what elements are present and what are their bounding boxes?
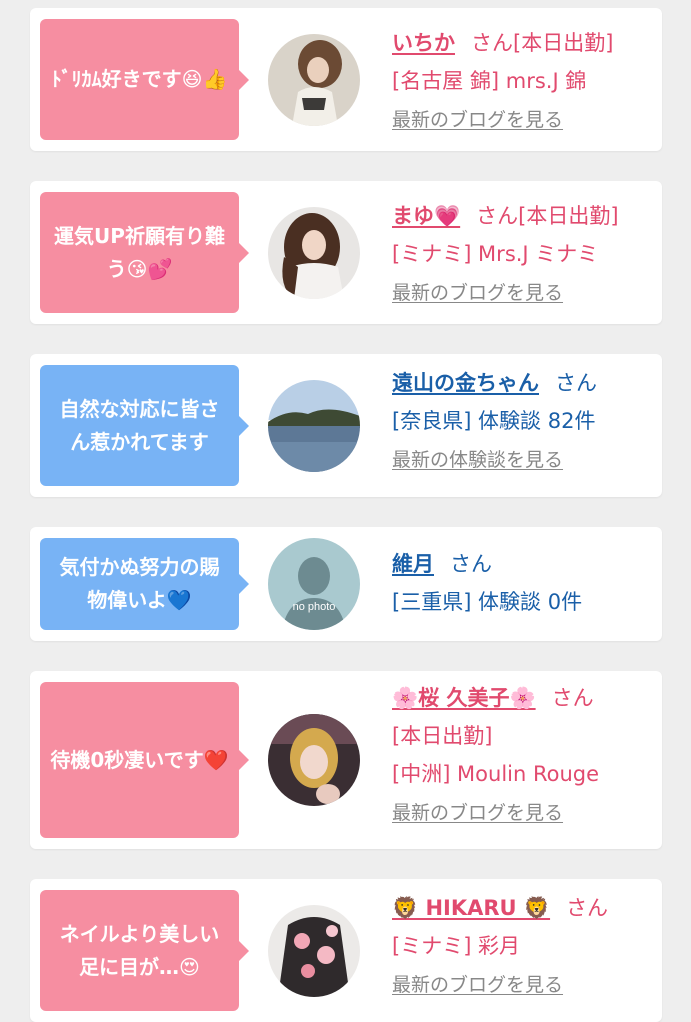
avatar[interactable]: [268, 905, 360, 997]
shop-detail: [ミナミ] 彩月: [392, 934, 521, 958]
blog-link[interactable]: 最新のブログを見る: [392, 802, 563, 824]
avatar[interactable]: no photo: [268, 538, 360, 630]
review-card: 気付かぬ努力の賜物偉いよ💙 no photo 維月 さん [三重県] 体験談 0件: [30, 527, 662, 641]
profile-info: 🌸桜 久美子🌸 さん [本日出勤] [中洲] Moulin Rouge 最新のブロ…: [392, 679, 654, 832]
comment-bubble: 自然な対応に皆さん惹かれてます: [40, 365, 249, 486]
blog-link[interactable]: 最新のブログを見る: [392, 282, 563, 304]
status-label: [本日出勤]: [392, 724, 493, 748]
review-card: 運気UP祈願有り難う😘💕 まゆ💗 さん[本日出勤] [ミナミ] Mrs.J ミナミ…: [30, 181, 662, 324]
review-card: ネイルより美しい足に目が…😍 🦁 HIKARU 🦁 さん [ミナミ] 彩月 最新の…: [30, 879, 662, 1022]
profile-name-link[interactable]: 🌸桜 久美子🌸: [392, 686, 536, 710]
review-card: ﾄﾞﾘｶﾑ好きです😆👍 いちか さん[本日出勤] [名古屋 錦] mrs.J 錦 …: [30, 8, 662, 151]
avatar[interactable]: [268, 714, 360, 806]
avatar[interactable]: [268, 380, 360, 472]
profile-name-link[interactable]: まゆ💗: [392, 204, 460, 228]
shop-detail: [名古屋 錦] mrs.J 錦: [392, 69, 587, 93]
profile-info: いちか さん[本日出勤] [名古屋 錦] mrs.J 錦 最新のブログを見る: [392, 24, 654, 139]
review-card: 自然な対応に皆さん惹かれてます 遠山の金ちゃん さん [奈良県] 体験談 82件 …: [30, 354, 662, 497]
comment-bubble: 運気UP祈願有り難う😘💕: [40, 192, 249, 313]
profile-info: 🦁 HIKARU 🦁 さん [ミナミ] 彩月 最新のブログを見る: [392, 889, 654, 1004]
blog-link[interactable]: 最新のブログを見る: [392, 109, 563, 131]
no-photo-label: no photo: [293, 601, 336, 613]
shop-detail: [ミナミ] Mrs.J ミナミ: [392, 242, 599, 266]
blog-link[interactable]: 最新のブログを見る: [392, 974, 563, 996]
shop-detail: [中洲] Moulin Rouge: [392, 762, 600, 786]
review-count: [三重県] 体験談 0件: [392, 590, 583, 614]
profile-info: まゆ💗 さん[本日出勤] [ミナミ] Mrs.J ミナミ 最新のブログを見る: [392, 197, 654, 312]
profile-name-link[interactable]: 遠山の金ちゃん: [392, 371, 539, 395]
honorific: さん: [555, 371, 597, 395]
profile-name-link[interactable]: 🦁 HIKARU 🦁: [392, 896, 550, 920]
honorific: さん: [471, 31, 513, 55]
comment-bubble: ﾄﾞﾘｶﾑ好きです😆👍: [40, 19, 249, 140]
status-label: [本日出勤]: [518, 204, 619, 228]
profile-info: 維月 さん [三重県] 体験談 0件: [392, 545, 654, 621]
status-label: [本日出勤]: [513, 31, 614, 55]
profile-name-link[interactable]: 維月: [392, 552, 434, 576]
honorific: さん: [476, 204, 519, 228]
profile-info: 遠山の金ちゃん さん [奈良県] 体験談 82件 最新の体験談を見る: [392, 364, 654, 479]
comment-bubble: 待機0秒凄いです❤️: [40, 682, 249, 838]
review-card: 待機0秒凄いです❤️ 🌸桜 久美子🌸 さん [本日出勤] [中洲] Moulin …: [30, 671, 662, 849]
honorific: さん: [450, 552, 492, 576]
review-count: [奈良県] 体験談 82件: [392, 409, 596, 433]
comment-bubble: 気付かぬ努力の賜物偉いよ💙: [40, 538, 249, 630]
avatar[interactable]: [268, 34, 360, 126]
comment-bubble: ネイルより美しい足に目が…😍: [40, 890, 249, 1011]
review-link[interactable]: 最新の体験談を見る: [392, 449, 563, 471]
honorific: さん: [551, 686, 594, 710]
honorific: さん: [566, 896, 609, 920]
avatar[interactable]: [268, 207, 360, 299]
profile-name-link[interactable]: いちか: [392, 31, 455, 55]
